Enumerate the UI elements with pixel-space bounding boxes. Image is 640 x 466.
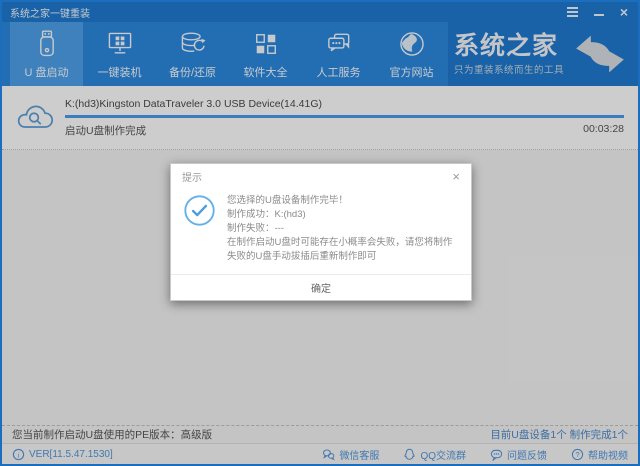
result-dialog: 提示 × 您选择的U盘设备制作完毕！ 制作成功：K:(hd3) 制作失败：---… (170, 163, 472, 301)
dialog-body: 您选择的U盘设备制作完毕！ 制作成功：K:(hd3) 制作失败：--- 在制作启… (171, 189, 471, 274)
dialog-line: 制作成功：K:(hd3) (227, 209, 306, 220)
ok-button[interactable]: 确定 (285, 276, 357, 299)
check-circle-icon (183, 194, 216, 264)
dialog-line: 在制作启动U盘时可能存在小概率会失败，请您将制作失败的U盘手动拔插后重新制作即可 (227, 237, 453, 262)
dialog-title: 提示 (182, 173, 202, 184)
dialog-footer: 确定 (171, 274, 471, 300)
app-window: 系统之家一键重装 × U 盘启动 一键装机 备份/还原 软件大全 人工服务 官方… (0, 0, 640, 466)
dialog-line: 您选择的U盘设备制作完毕！ (227, 195, 348, 206)
dialog-line: 制作失败：--- (227, 223, 284, 234)
dialog-message: 您选择的U盘设备制作完毕！ 制作成功：K:(hd3) 制作失败：--- 在制作启… (227, 194, 458, 264)
dialog-close-icon[interactable]: × (452, 170, 460, 183)
dialog-header: 提示 × (171, 164, 471, 189)
